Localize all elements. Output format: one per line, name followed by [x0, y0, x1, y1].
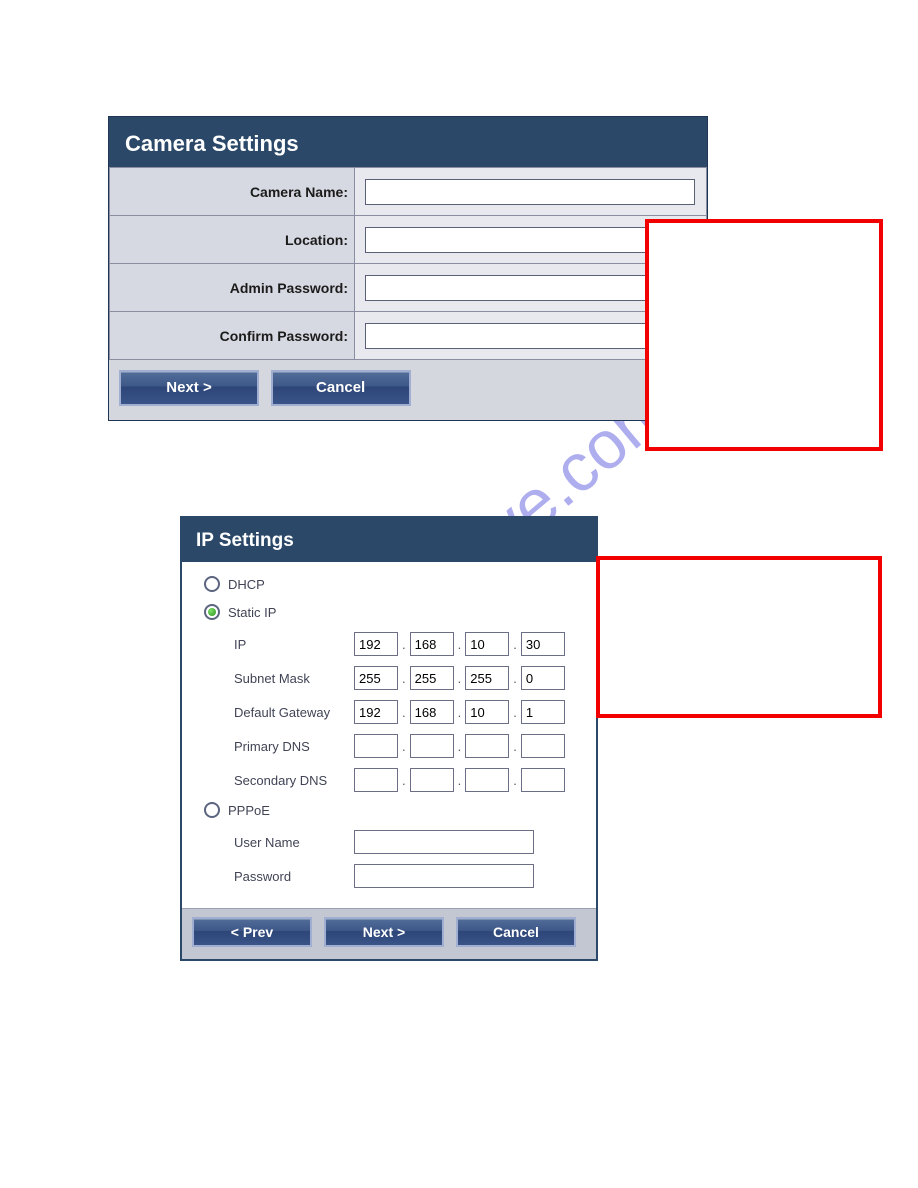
ip-settings-panel: IP Settings DHCP Static IP IP . . . Subn… — [180, 516, 598, 961]
camera-settings-title: Camera Settings — [125, 131, 299, 156]
next-button-2[interactable]: Next > — [324, 917, 444, 947]
ip-octet-2[interactable] — [410, 632, 454, 656]
gateway-octet-4[interactable] — [521, 700, 565, 724]
pppoe-block: User Name Password — [234, 830, 580, 888]
dot-icon: . — [402, 739, 406, 754]
cancel-button[interactable]: Cancel — [271, 370, 411, 406]
row-confirm-password: Confirm Password: — [110, 312, 707, 360]
pppoe-username-input[interactable] — [354, 830, 534, 854]
subnet-octet-4[interactable] — [521, 666, 565, 690]
gateway-octet-3[interactable] — [465, 700, 509, 724]
pppoe-password-input[interactable] — [354, 864, 534, 888]
dot-icon: . — [513, 637, 517, 652]
ip-octet-1[interactable] — [354, 632, 398, 656]
dot-icon: . — [458, 773, 462, 788]
highlight-box-2 — [596, 556, 882, 718]
ip-octet-3[interactable] — [465, 632, 509, 656]
next-button[interactable]: Next > — [119, 370, 259, 406]
dot-icon: . — [513, 773, 517, 788]
label-subnet: Subnet Mask — [234, 671, 354, 686]
row-subnet: Subnet Mask . . . — [234, 666, 580, 690]
row-pppoe-password: Password — [234, 864, 580, 888]
primary-dns-octet-4[interactable] — [521, 734, 565, 758]
subnet-octet-3[interactable] — [465, 666, 509, 690]
dot-icon: . — [513, 705, 517, 720]
row-gateway: Default Gateway . . . — [234, 700, 580, 724]
radio-row-dhcp[interactable]: DHCP — [204, 576, 580, 592]
label-primary-dns: Primary DNS — [234, 739, 354, 754]
camera-settings-footer: Next > Cancel — [109, 360, 707, 420]
highlight-box-1 — [645, 219, 883, 451]
radio-pppoe-label: PPPoE — [228, 803, 270, 818]
camera-settings-form: Camera Name: Location: Admin Password: C… — [109, 167, 707, 360]
primary-dns-octet-2[interactable] — [410, 734, 454, 758]
camera-name-input[interactable] — [365, 179, 695, 205]
dot-icon: . — [458, 671, 462, 686]
label-ip: IP — [234, 637, 354, 652]
dot-icon: . — [402, 637, 406, 652]
ip-settings-titlebar: IP Settings — [182, 518, 596, 562]
secondary-dns-octet-2[interactable] — [410, 768, 454, 792]
cancel-button-2[interactable]: Cancel — [456, 917, 576, 947]
row-camera-name: Camera Name: — [110, 168, 707, 216]
camera-settings-body: Camera Name: Location: Admin Password: C… — [109, 167, 707, 360]
dot-icon: . — [458, 705, 462, 720]
dot-icon: . — [513, 739, 517, 754]
radio-dhcp[interactable] — [204, 576, 220, 592]
secondary-dns-octet-3[interactable] — [465, 768, 509, 792]
subnet-octet-1[interactable] — [354, 666, 398, 690]
prev-button[interactable]: < Prev — [192, 917, 312, 947]
gateway-octet-2[interactable] — [410, 700, 454, 724]
ip-settings-title: IP Settings — [196, 530, 294, 551]
radio-static[interactable] — [204, 604, 220, 620]
dot-icon: . — [402, 705, 406, 720]
radio-row-static[interactable]: Static IP — [204, 604, 580, 620]
dot-icon: . — [402, 671, 406, 686]
dot-icon: . — [402, 773, 406, 788]
radio-pppoe[interactable] — [204, 802, 220, 818]
static-ip-block: IP . . . Subnet Mask . . . Default Gatew… — [234, 632, 580, 792]
row-secondary-dns: Secondary DNS . . . — [234, 768, 580, 792]
ip-settings-body: DHCP Static IP IP . . . Subnet Mask . . … — [182, 562, 596, 908]
label-admin-password: Admin Password: — [110, 264, 355, 312]
subnet-octet-2[interactable] — [410, 666, 454, 690]
dot-icon: . — [458, 637, 462, 652]
ip-settings-footer: < Prev Next > Cancel — [182, 908, 596, 959]
label-pppoe-password: Password — [234, 869, 354, 884]
row-location: Location: — [110, 216, 707, 264]
camera-settings-panel: Camera Settings Camera Name: Location: A… — [108, 116, 708, 421]
primary-dns-octet-3[interactable] — [465, 734, 509, 758]
camera-settings-titlebar: Camera Settings — [109, 117, 707, 167]
radio-dhcp-label: DHCP — [228, 577, 265, 592]
row-primary-dns: Primary DNS . . . — [234, 734, 580, 758]
label-gateway: Default Gateway — [234, 705, 354, 720]
label-camera-name: Camera Name: — [110, 168, 355, 216]
label-location: Location: — [110, 216, 355, 264]
radio-row-pppoe[interactable]: PPPoE — [204, 802, 580, 818]
row-pppoe-username: User Name — [234, 830, 580, 854]
label-confirm-password: Confirm Password: — [110, 312, 355, 360]
row-ip: IP . . . — [234, 632, 580, 656]
dot-icon: . — [513, 671, 517, 686]
label-secondary-dns: Secondary DNS — [234, 773, 354, 788]
label-pppoe-username: User Name — [234, 835, 354, 850]
primary-dns-octet-1[interactable] — [354, 734, 398, 758]
secondary-dns-octet-4[interactable] — [521, 768, 565, 792]
row-admin-password: Admin Password: — [110, 264, 707, 312]
radio-static-dot-icon — [208, 608, 216, 616]
ip-octet-4[interactable] — [521, 632, 565, 656]
secondary-dns-octet-1[interactable] — [354, 768, 398, 792]
dot-icon: . — [458, 739, 462, 754]
radio-static-label: Static IP — [228, 605, 276, 620]
gateway-octet-1[interactable] — [354, 700, 398, 724]
